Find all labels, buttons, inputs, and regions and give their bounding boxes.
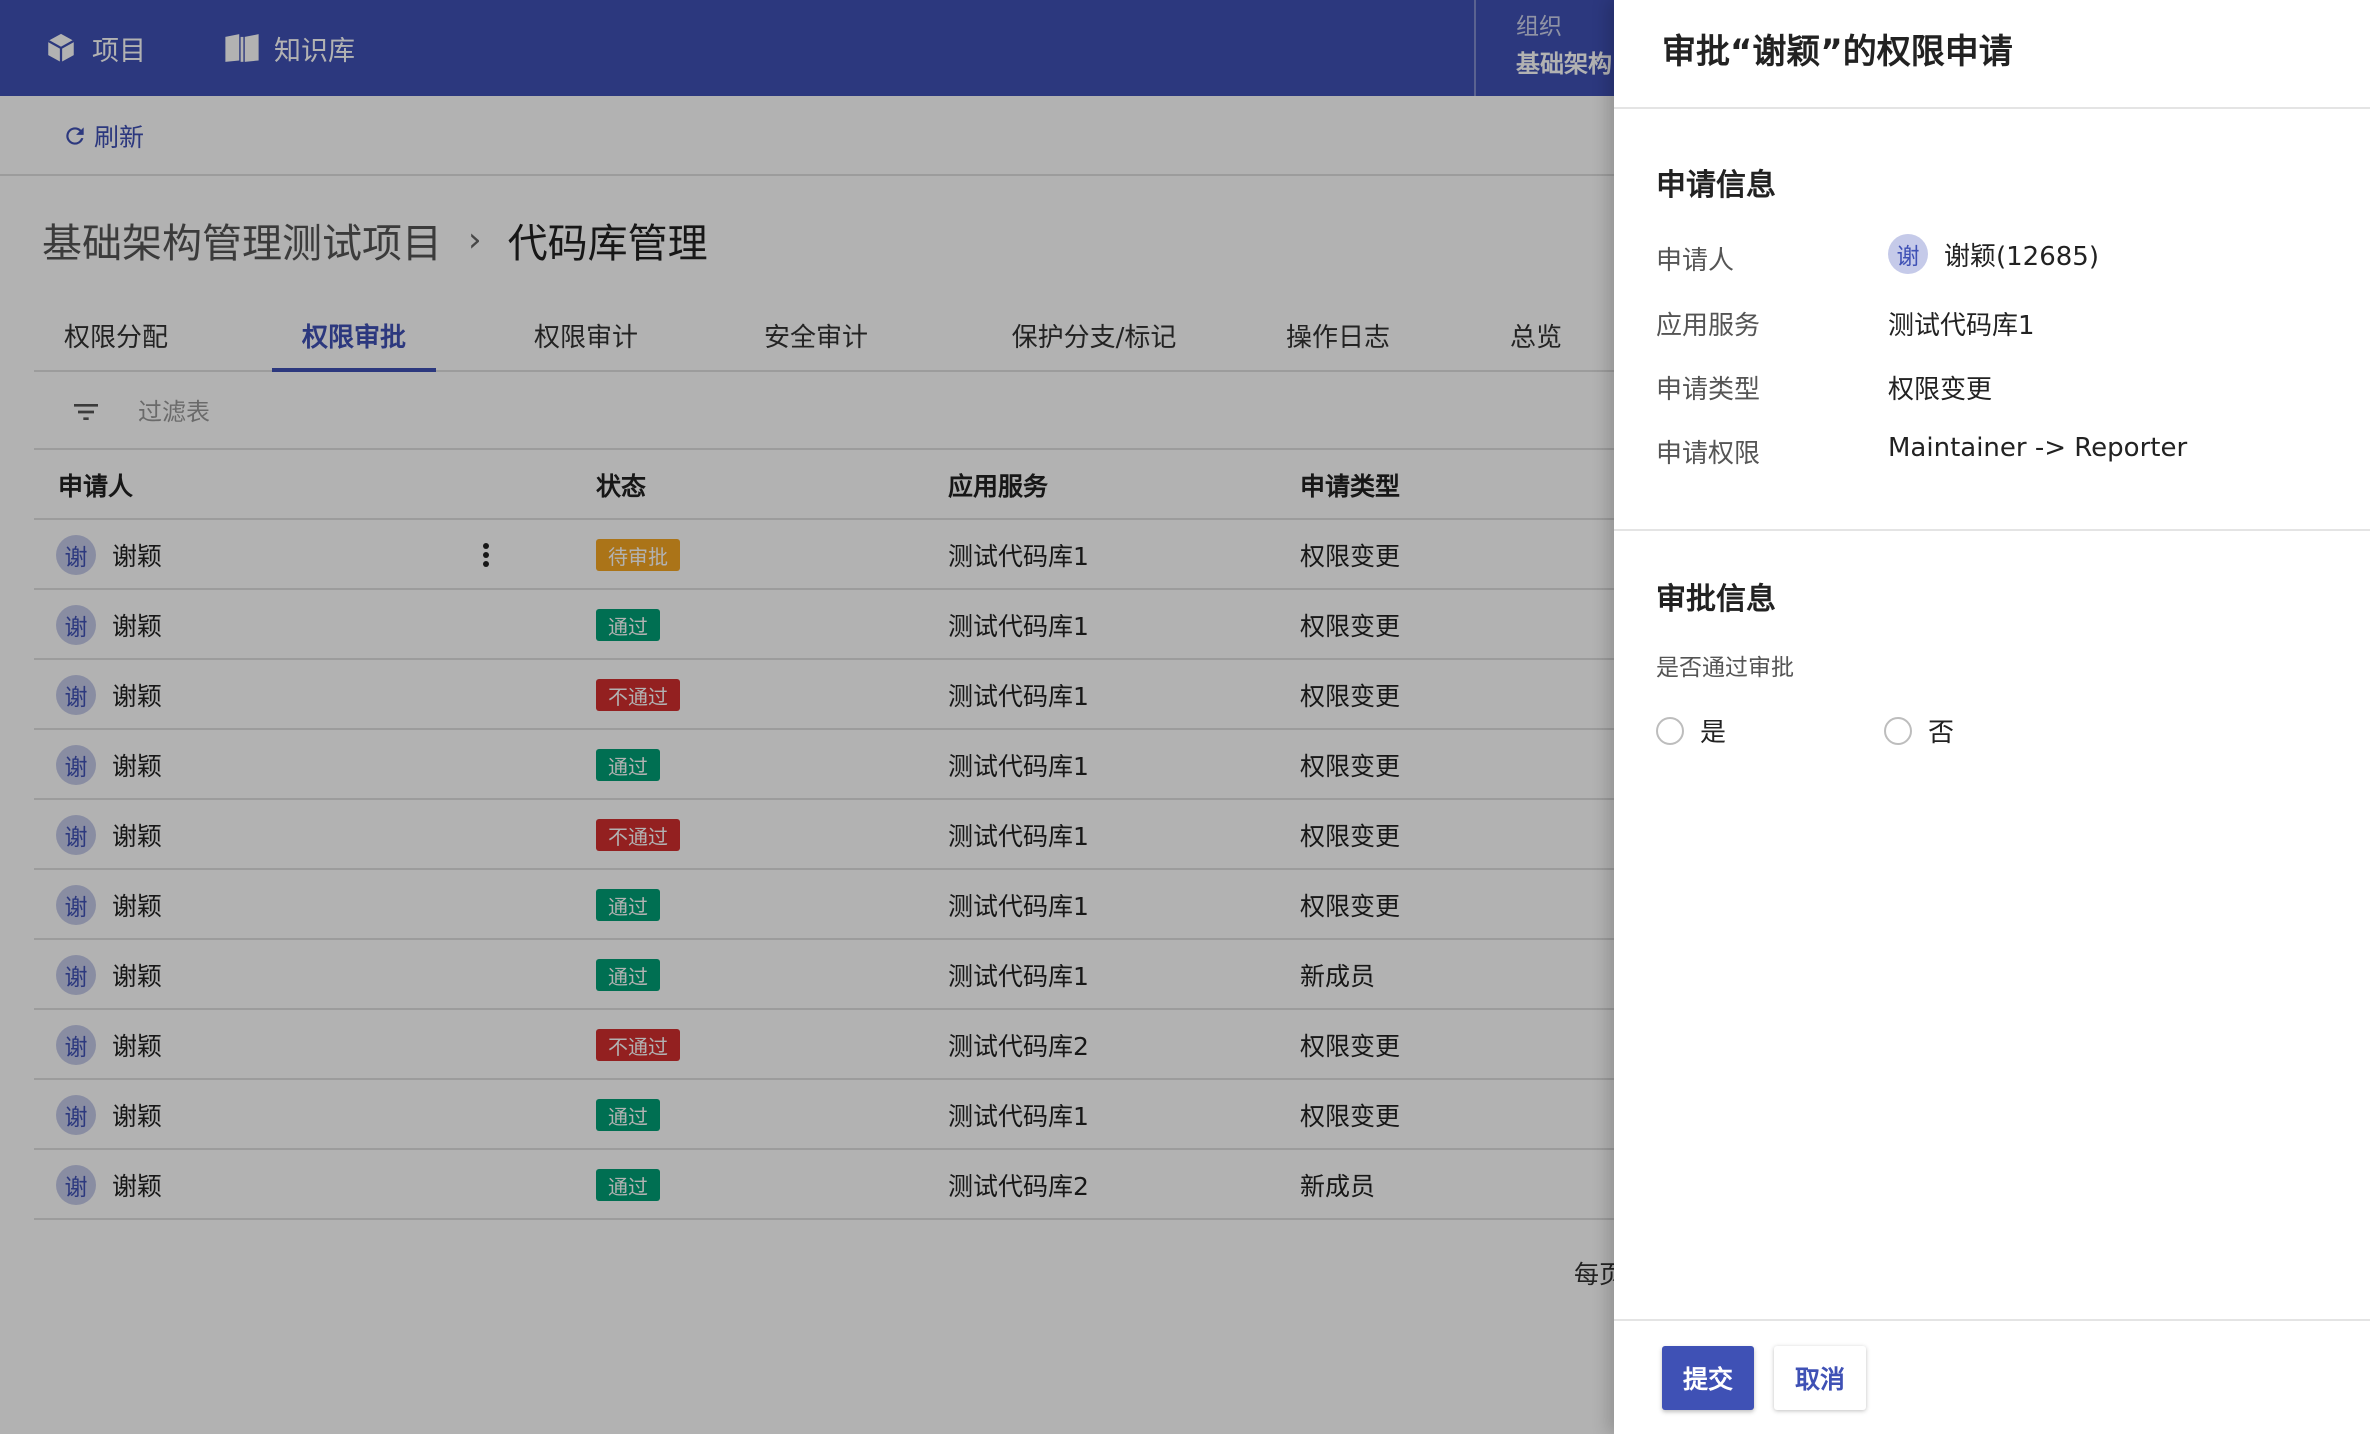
approval-info-title: 审批信息 [1656, 582, 1776, 617]
cancel-button[interactable]: 取消 [1774, 1346, 1866, 1410]
field-label-permission: 申请权限 [1656, 439, 1761, 469]
avatar: 谢 [1888, 234, 1928, 274]
drawer-title: 审批“谢颖”的权限申请 [1662, 32, 2013, 72]
submit-button[interactable]: 提交 [1662, 1346, 1754, 1410]
radio-reject[interactable]: 否 [1884, 712, 1954, 749]
approval-drawer: 审批“谢颖”的权限申请 申请信息 申请人 谢 谢颖(12685) 应用服务 测试… [1614, 0, 2370, 1434]
field-label-applicant: 申请人 [1656, 246, 1735, 276]
drawer-section-divider [1614, 529, 2370, 531]
drawer-footer-divider [1614, 1319, 2370, 1321]
drawer-header-divider [1614, 107, 2370, 109]
field-value-applicant: 谢 谢颖(12685) [1888, 234, 2099, 274]
approval-question: 是否通过审批 [1656, 655, 1794, 681]
applicant-name-id: 谢颖(12685) [1944, 241, 2099, 272]
field-label-service: 应用服务 [1656, 311, 1761, 341]
radio-reject-label: 否 [1928, 718, 1955, 748]
apply-info-title: 申请信息 [1656, 168, 1776, 203]
radio-approve[interactable]: 是 [1656, 712, 1726, 749]
field-label-type: 申请类型 [1656, 375, 1761, 405]
field-value-type: 权限变更 [1888, 375, 1993, 405]
field-value-service: 测试代码库1 [1888, 311, 2035, 341]
field-value-permission: Maintainer -> Reporter [1888, 433, 2188, 463]
radio-approve-label: 是 [1700, 718, 1727, 748]
radio-circle-icon [1884, 716, 1912, 745]
radio-circle-icon [1656, 716, 1684, 745]
